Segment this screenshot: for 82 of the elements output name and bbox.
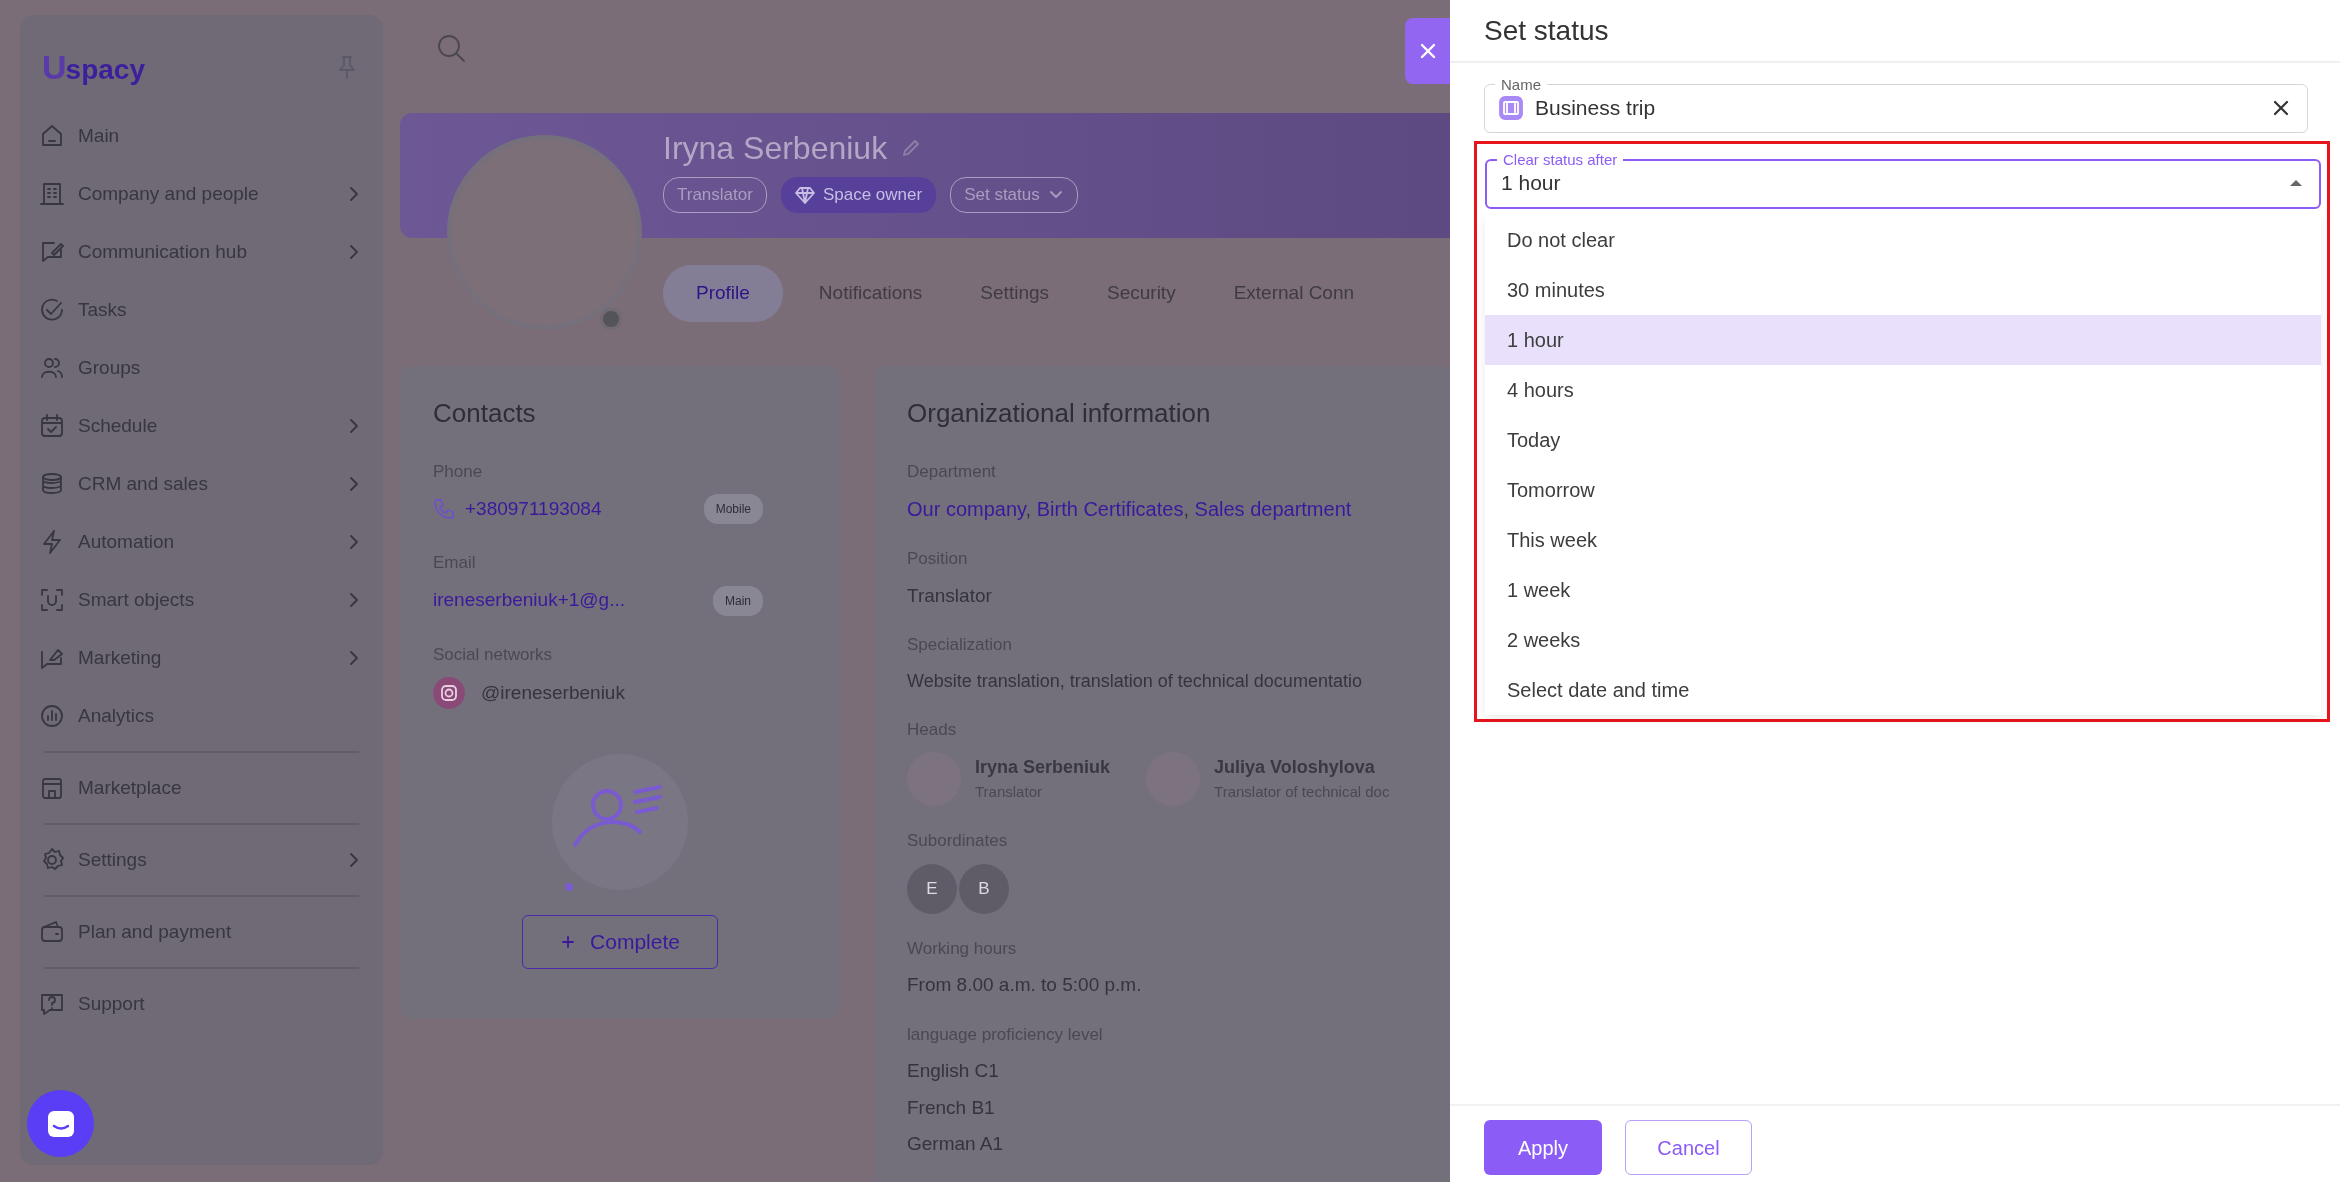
dropdown-option[interactable]: Today <box>1485 415 2321 465</box>
field-value: French B1 <box>907 1095 996 1120</box>
card-title: Organizational information <box>907 396 1212 430</box>
profile-tab[interactable]: Security <box>1085 265 1198 322</box>
card-title: Contacts <box>433 396 537 430</box>
position-badge: Translator <box>663 177 767 213</box>
clear-button[interactable] <box>2271 98 2291 118</box>
separator-text: , <box>1183 498 1190 520</box>
close-icon <box>2271 98 2291 118</box>
suitcase-icon <box>1499 96 1523 120</box>
apply-button[interactable]: Apply <box>1484 1120 1602 1175</box>
initials-avatar[interactable]: B <box>959 863 1009 914</box>
profile-name: Iryna Serbeniuk <box>663 129 888 168</box>
camera-icon <box>433 677 465 709</box>
field-value: Business trip <box>1535 95 1657 122</box>
sidebar-item[interactable]: Main <box>38 107 365 165</box>
dropdown-option[interactable]: Tomorrow <box>1485 465 2321 515</box>
dropdown-option[interactable]: 1 hour <box>1485 315 2321 365</box>
field-value: From 8.00 a.m. to 5:00 p.m. <box>907 973 1143 997</box>
clear-after-select[interactable]: Clear status after 1 hour <box>1485 152 2321 209</box>
social-handle: @ireneserbeniuk <box>481 680 625 705</box>
field-label: Clear status after <box>1502 152 1619 167</box>
sidebar-item[interactable]: Settings <box>38 831 365 889</box>
name-field[interactable]: Name Business trip <box>1484 77 2308 133</box>
sidebar-item[interactable]: Smart objects <box>38 571 365 629</box>
sidebar-item[interactable]: Marketplace <box>38 759 365 817</box>
cancel-button[interactable]: Cancel <box>1625 1120 1752 1175</box>
email-link[interactable]: ireneserbeniuk+1@g... <box>433 586 625 615</box>
field-value: Translator <box>907 583 993 608</box>
phone-icon <box>433 498 455 520</box>
sidebar-item[interactable]: Analytics <box>38 687 365 745</box>
phone-link[interactable]: +380971193084 <box>465 494 602 524</box>
dropdown-option[interactable]: Select date and time <box>1485 665 2321 715</box>
caret-up-icon <box>2289 179 2303 187</box>
dropdown-option[interactable]: This week <box>1485 515 2321 565</box>
search-icon <box>435 32 467 64</box>
pencil-icon <box>901 138 922 159</box>
field-value: German A1 <box>907 1132 1005 1156</box>
person-name[interactable]: Iryna Serbeniuk <box>975 754 1111 782</box>
logo-text: spacy <box>65 52 145 87</box>
person-name[interactable]: Juliya Voloshylova <box>1214 754 1390 782</box>
plus-icon <box>560 934 577 950</box>
dropdown-option[interactable]: 4 hours <box>1485 365 2321 415</box>
profile-tab[interactable]: External Conn <box>1211 265 1377 322</box>
phone-type-tag: Mobile <box>703 494 763 524</box>
department-link[interactable]: Our company <box>907 498 1026 520</box>
scan-frame-icon <box>38 586 66 614</box>
set-status-dropdown[interactable]: Set status <box>950 177 1078 213</box>
sidebar-item[interactable]: Automation <box>38 513 365 571</box>
email-type-tag: Main <box>713 585 763 616</box>
role-badge: Space owner <box>780 177 937 213</box>
field-value: English C1 <box>907 1059 1000 1083</box>
dropdown-option[interactable]: 2 weeks <box>1485 615 2321 665</box>
dropdown-option[interactable]: 1 week <box>1485 565 2321 615</box>
sidebar-item[interactable]: Company and people <box>38 165 365 223</box>
dropdown-option[interactable]: Do not clear <box>1485 215 2321 265</box>
calendar-icon <box>38 412 66 440</box>
dropdown-option[interactable]: 30 minutes <box>1485 265 2321 315</box>
complete-button[interactable]: Complete <box>522 915 718 969</box>
sidebar-item[interactable]: Tasks <box>38 281 365 339</box>
profile-tab[interactable]: Notifications <box>796 265 945 322</box>
sidebar-item[interactable]: Schedule <box>38 397 365 455</box>
initials-avatar[interactable]: E <box>907 863 957 914</box>
profile-tab[interactable]: Settings <box>958 265 1071 322</box>
status-dot <box>600 308 622 330</box>
check-circle-icon <box>38 296 66 324</box>
close-button[interactable] <box>1405 18 1450 84</box>
field-label: Name <box>1500 77 1542 92</box>
sidebar-item[interactable]: Marketing <box>38 629 365 687</box>
building-icon <box>38 180 66 208</box>
field-value: Website translation, translation of technical documentatio <box>907 669 1363 693</box>
field-value: 1 hour <box>1501 170 1562 197</box>
chat-icon <box>45 1108 76 1139</box>
profile-tab[interactable]: Profile <box>663 265 783 322</box>
diamond-icon <box>794 186 815 205</box>
department-link[interactable]: Sales department <box>1194 498 1352 520</box>
sidebar-item[interactable]: Support <box>38 975 365 1033</box>
bar-chart-icon <box>38 702 66 730</box>
sidebar-item[interactable]: Groups <box>38 339 365 397</box>
department-link[interactable]: Birth Certificates <box>1036 498 1184 520</box>
panel-title: Set status <box>1450 0 2340 63</box>
sidebar-item[interactable]: CRM and sales <box>38 455 365 513</box>
